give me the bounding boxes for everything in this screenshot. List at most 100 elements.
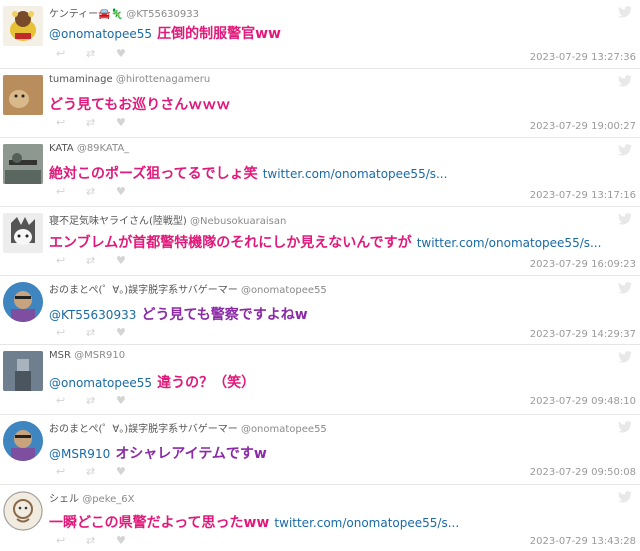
twitter-bird-icon[interactable] — [618, 75, 632, 87]
timestamp[interactable]: 2023-07-29 13:17:16 — [530, 190, 636, 201]
mention-link[interactable]: @onomatopee55 — [49, 27, 152, 41]
tweet-text: エンブレムが首都警特機隊のそれにしか見えないんですが twitter.com/o… — [49, 232, 601, 252]
avatar[interactable] — [3, 6, 43, 46]
tweet-meta: MSR @MSR910 — [49, 350, 125, 361]
reply-icon[interactable]: ↩ — [56, 535, 68, 546]
user-handle[interactable]: @KT55630933 — [126, 9, 199, 20]
tweet-item: 寝不足気味ヤライさん(陸戦型) @Nebusokuaraisan エンブレムが首… — [0, 207, 640, 276]
twitter-bird-icon[interactable] — [618, 351, 632, 363]
user-handle[interactable]: @onomatopee55 — [241, 424, 327, 435]
tweet-link[interactable]: twitter.com/onomatopee55/s... — [274, 516, 459, 530]
tweet-link[interactable]: twitter.com/onomatopee55/s... — [263, 167, 448, 181]
tweet-text: @KT55630933 どう見ても警察ですよねw — [49, 304, 308, 324]
retweet-icon[interactable]: ⇄ — [86, 395, 98, 406]
user-name[interactable]: MSR — [49, 350, 71, 361]
tweet-body: どう見てもお巡りさんｗｗｗ — [49, 97, 231, 113]
avatar[interactable] — [3, 421, 43, 461]
timestamp[interactable]: 2023-07-29 16:09:23 — [530, 259, 636, 270]
reply-icon[interactable]: ↩ — [56, 48, 68, 59]
timestamp[interactable]: 2023-07-29 13:43:28 — [530, 536, 636, 547]
retweet-icon[interactable]: ⇄ — [86, 535, 98, 546]
user-name[interactable]: KATA — [49, 143, 74, 154]
tweet-meta: tumaminage @hirottenagameru — [49, 74, 210, 85]
retweet-icon[interactable]: ⇄ — [86, 117, 98, 128]
tweet-actions: ↩ ⇄ ♥ — [56, 466, 128, 477]
like-icon[interactable]: ♥ — [116, 535, 128, 546]
timestamp[interactable]: 2023-07-29 14:29:37 — [530, 329, 636, 340]
reply-icon[interactable]: ↩ — [56, 327, 68, 338]
tweet-actions: ↩ ⇄ ♥ — [56, 48, 128, 59]
like-icon[interactable]: ♥ — [116, 186, 128, 197]
tweet-actions: ↩ ⇄ ♥ — [56, 186, 128, 197]
like-icon[interactable]: ♥ — [116, 48, 128, 59]
twitter-bird-icon[interactable] — [618, 491, 632, 503]
reply-icon[interactable]: ↩ — [56, 117, 68, 128]
twitter-bird-icon[interactable] — [618, 282, 632, 294]
avatar[interactable] — [3, 491, 43, 531]
twitter-bird-icon[interactable] — [618, 144, 632, 156]
like-icon[interactable]: ♥ — [116, 117, 128, 128]
twitter-bird-icon[interactable] — [618, 6, 632, 18]
timestamp[interactable]: 2023-07-29 09:48:10 — [530, 396, 636, 407]
tweet-meta: ケンティー🚘🦎 @KT55630933 — [49, 5, 199, 20]
tweet-item: おのまとぺ(゜∀。)誤字脱字系サバゲーマー @onomatopee55 @MSR… — [0, 415, 640, 485]
timestamp[interactable]: 2023-07-29 19:00:27 — [530, 121, 636, 132]
user-name[interactable]: 寝不足気味ヤライさん(陸戦型) — [49, 216, 187, 227]
tweet-body: 一瞬どこの県警だよって思ったww — [49, 515, 270, 531]
like-icon[interactable]: ♥ — [116, 466, 128, 477]
tweet-meta: おのまとぺ(゜∀。)誤字脱字系サバゲーマー @onomatopee55 — [49, 281, 327, 296]
user-handle[interactable]: @Nebusokuaraisan — [190, 216, 286, 227]
avatar[interactable] — [3, 144, 43, 184]
tweet-actions: ↩ ⇄ ♥ — [56, 255, 128, 266]
twitter-bird-icon[interactable] — [618, 421, 632, 433]
tweet-body: どう見ても警察ですよねw — [141, 307, 308, 323]
like-icon[interactable]: ♥ — [116, 255, 128, 266]
user-handle[interactable]: @89KATA_ — [77, 143, 129, 154]
user-name[interactable]: tumaminage — [49, 74, 113, 85]
tweet-meta: シェル @peke_6X — [49, 490, 135, 505]
retweet-icon[interactable]: ⇄ — [86, 186, 98, 197]
user-name[interactable]: おのまとぺ(゜∀。)誤字脱字系サバゲーマー — [49, 285, 238, 296]
avatar[interactable] — [3, 351, 43, 391]
tweet-text: 絶対このポーズ狙ってるでしょ笑 twitter.com/onomatopee55… — [49, 163, 447, 183]
reply-icon[interactable]: ↩ — [56, 186, 68, 197]
avatar[interactable] — [3, 282, 43, 322]
tweet-actions: ↩ ⇄ ♥ — [56, 117, 128, 128]
tweet-meta: おのまとぺ(゜∀。)誤字脱字系サバゲーマー @onomatopee55 — [49, 420, 327, 435]
tweet-item: KATA @89KATA_ 絶対このポーズ狙ってるでしょ笑 twitter.co… — [0, 138, 640, 207]
tweet-text: @onomatopee55 圧倒的制服警官ww — [49, 23, 281, 43]
retweet-icon[interactable]: ⇄ — [86, 327, 98, 338]
user-handle[interactable]: @onomatopee55 — [241, 285, 327, 296]
mention-link[interactable]: @KT55630933 — [49, 308, 136, 322]
twitter-bird-icon[interactable] — [618, 213, 632, 225]
user-name[interactable]: シェル — [49, 494, 79, 505]
tweet-meta: KATA @89KATA_ — [49, 143, 129, 154]
tweet-text: 一瞬どこの県警だよって思ったww twitter.com/onomatopee5… — [49, 512, 459, 532]
mention-link[interactable]: @onomatopee55 — [49, 376, 152, 390]
mention-link[interactable]: @MSR910 — [49, 447, 110, 461]
tweet-item: tumaminage @hirottenagameru どう見てもお巡りさんｗｗ… — [0, 69, 640, 138]
user-handle[interactable]: @hirottenagameru — [116, 74, 210, 85]
retweet-icon[interactable]: ⇄ — [86, 255, 98, 266]
retweet-icon[interactable]: ⇄ — [86, 48, 98, 59]
tweet-body: 絶対このポーズ狙ってるでしょ笑 — [49, 166, 258, 182]
avatar[interactable] — [3, 213, 43, 253]
timestamp[interactable]: 2023-07-29 13:27:36 — [530, 52, 636, 63]
reply-icon[interactable]: ↩ — [56, 255, 68, 266]
timestamp[interactable]: 2023-07-29 09:50:08 — [530, 467, 636, 478]
retweet-icon[interactable]: ⇄ — [86, 466, 98, 477]
reply-icon[interactable]: ↩ — [56, 395, 68, 406]
user-name[interactable]: おのまとぺ(゜∀。)誤字脱字系サバゲーマー — [49, 424, 238, 435]
like-icon[interactable]: ♥ — [116, 327, 128, 338]
avatar[interactable] — [3, 75, 43, 115]
tweet-text: @onomatopee55 違うの？（笑） — [49, 372, 255, 392]
tweet-text: どう見てもお巡りさんｗｗｗ — [49, 94, 230, 114]
tweet-text: @MSR910 オシャレアイテムですw — [49, 443, 267, 463]
tweet-link[interactable]: twitter.com/onomatopee55/s... — [417, 236, 602, 250]
user-handle[interactable]: @MSR910 — [74, 350, 125, 361]
tweet-body: 圧倒的制服警官ww — [157, 26, 281, 42]
user-name[interactable]: ケンティー🚘🦎 — [49, 9, 123, 20]
reply-icon[interactable]: ↩ — [56, 466, 68, 477]
user-handle[interactable]: @peke_6X — [82, 494, 134, 505]
like-icon[interactable]: ♥ — [116, 395, 128, 406]
